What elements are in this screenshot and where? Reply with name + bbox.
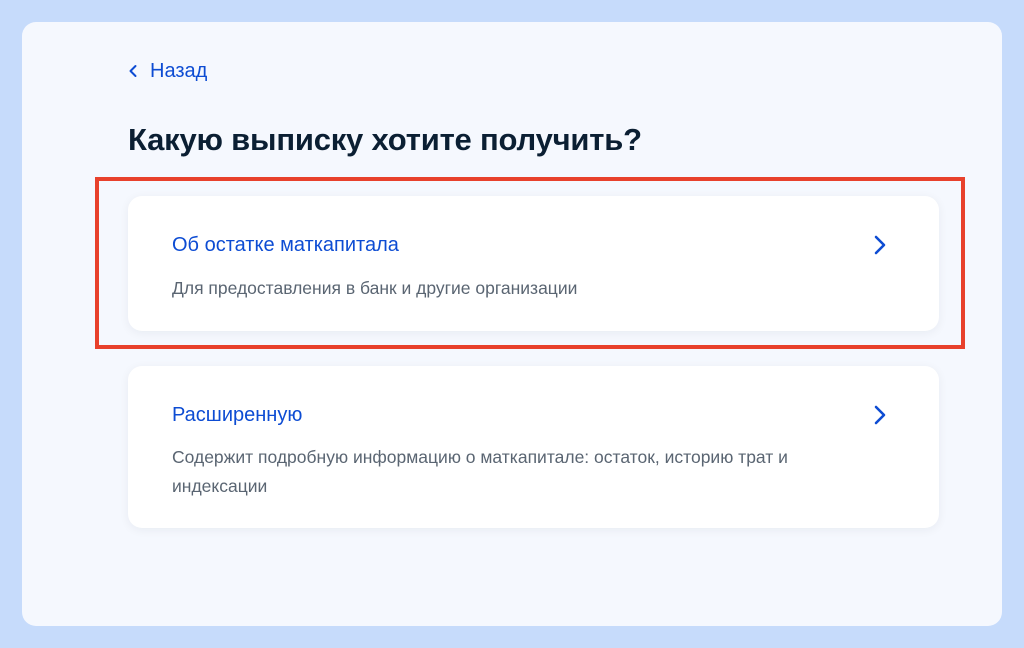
chevron-left-icon [128, 64, 138, 78]
option-title: Расширенную [172, 404, 303, 426]
chevron-right-icon [872, 234, 888, 256]
option-card-balance[interactable]: Об остатке маткапитала Для предоставлени… [128, 196, 939, 331]
chevron-right-icon [872, 404, 888, 426]
back-link[interactable]: Назад [128, 58, 207, 84]
option-description: Содержит подробную информацию о маткапит… [172, 447, 788, 496]
option-title: Об остатке маткапитала [172, 234, 399, 256]
back-link-label: Назад [150, 60, 208, 82]
option-card-extended[interactable]: Расширенную Содержит подробную информаци… [128, 366, 939, 528]
page-title: Какую выписку хотите получить? [128, 122, 642, 157]
option-description: Для предоставления в банк и другие орган… [172, 278, 578, 298]
